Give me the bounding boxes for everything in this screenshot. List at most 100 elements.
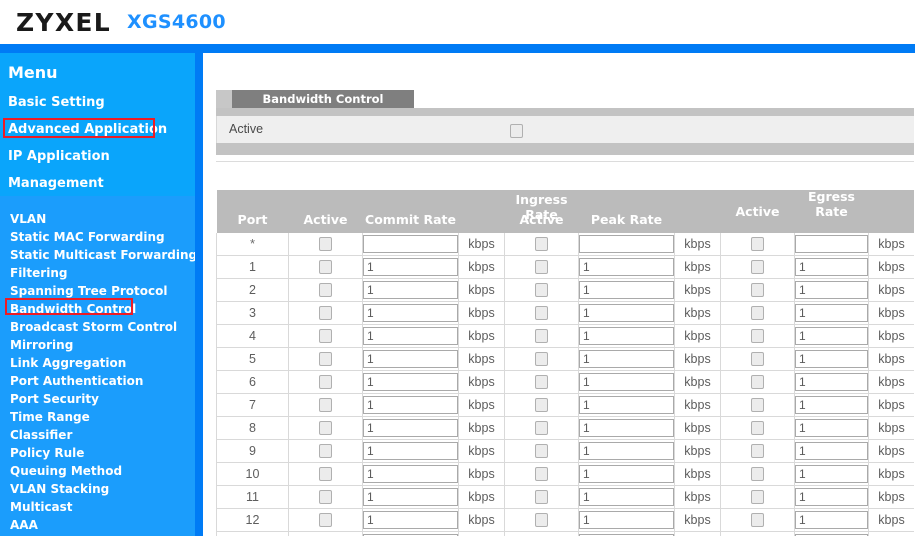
egress-rate-input-4[interactable] <box>795 327 868 345</box>
peak-rate-input-2[interactable] <box>579 281 674 299</box>
peak-rate-input-1[interactable] <box>579 258 674 276</box>
peak-rate-input-8[interactable] <box>579 419 674 437</box>
egress-active-checkbox-7[interactable] <box>751 398 764 412</box>
sidebar-item-broadcast-storm-control[interactable]: Broadcast Storm Control <box>10 321 177 334</box>
ingress-active-checkbox-8[interactable] <box>319 421 332 435</box>
commit-rate-input-8[interactable] <box>363 419 458 437</box>
egress-active-checkbox-10[interactable] <box>751 467 764 481</box>
egress-rate-input-*[interactable] <box>795 235 868 253</box>
egress-active-checkbox-12[interactable] <box>751 513 764 527</box>
peak-active-checkbox-5[interactable] <box>535 352 548 366</box>
peak-rate-input-3[interactable] <box>579 304 674 322</box>
commit-rate-input-12[interactable] <box>363 511 458 529</box>
ingress-active-checkbox-3[interactable] <box>319 306 332 320</box>
commit-rate-input-*[interactable] <box>363 235 458 253</box>
egress-rate-input-1[interactable] <box>795 258 868 276</box>
sidebar-item-multicast[interactable]: Multicast <box>10 501 73 514</box>
sidebar-item-port-authentication[interactable]: Port Authentication <box>10 375 143 388</box>
egress-active-checkbox-4[interactable] <box>751 329 764 343</box>
egress-rate-input-2[interactable] <box>795 281 868 299</box>
commit-rate-input-5[interactable] <box>363 350 458 368</box>
ingress-active-checkbox-1[interactable] <box>319 260 332 274</box>
peak-rate-input-9[interactable] <box>579 442 674 460</box>
peak-active-checkbox-9[interactable] <box>535 444 548 458</box>
peak-rate-input-4[interactable] <box>579 327 674 345</box>
ingress-active-checkbox-*[interactable] <box>319 237 332 251</box>
commit-rate-input-1[interactable] <box>363 258 458 276</box>
peak-rate-input-5[interactable] <box>579 350 674 368</box>
sidebar-item-link-aggregation[interactable]: Link Aggregation <box>10 357 126 370</box>
commit-rate-input-9[interactable] <box>363 442 458 460</box>
egress-rate-input-10[interactable] <box>795 465 868 483</box>
sidebar-item-time-range[interactable]: Time Range <box>10 411 90 424</box>
peak-active-checkbox-11[interactable] <box>535 490 548 504</box>
peak-active-checkbox-*[interactable] <box>535 237 548 251</box>
commit-rate-input-10[interactable] <box>363 465 458 483</box>
ingress-active-checkbox-5[interactable] <box>319 352 332 366</box>
sidebar-item-filtering[interactable]: Filtering <box>10 267 67 280</box>
peak-rate-input-11[interactable] <box>579 488 674 506</box>
sidebar-item-advanced-application[interactable]: Advanced Application <box>8 122 167 137</box>
sidebar-item-classifier[interactable]: Classifier <box>10 429 72 442</box>
sidebar-item-port-security[interactable]: Port Security <box>10 393 99 406</box>
egress-rate-input-8[interactable] <box>795 419 868 437</box>
sidebar-item-mirroring[interactable]: Mirroring <box>10 339 73 352</box>
sidebar-item-aaa[interactable]: AAA <box>10 519 38 532</box>
sidebar-item-management[interactable]: Management <box>8 176 104 191</box>
peak-active-checkbox-4[interactable] <box>535 329 548 343</box>
sidebar-item-bandwidth-control[interactable]: Bandwidth Control <box>10 303 136 316</box>
egress-active-checkbox-*[interactable] <box>751 237 764 251</box>
peak-active-checkbox-8[interactable] <box>535 421 548 435</box>
peak-active-checkbox-3[interactable] <box>535 306 548 320</box>
ingress-active-checkbox-11[interactable] <box>319 490 332 504</box>
egress-rate-input-9[interactable] <box>795 442 868 460</box>
egress-active-checkbox-5[interactable] <box>751 352 764 366</box>
egress-rate-input-3[interactable] <box>795 304 868 322</box>
egress-rate-input-12[interactable] <box>795 511 868 529</box>
commit-rate-input-11[interactable] <box>363 488 458 506</box>
egress-active-checkbox-1[interactable] <box>751 260 764 274</box>
ingress-active-checkbox-2[interactable] <box>319 283 332 297</box>
peak-active-checkbox-10[interactable] <box>535 467 548 481</box>
egress-active-checkbox-11[interactable] <box>751 490 764 504</box>
commit-rate-input-6[interactable] <box>363 373 458 391</box>
ingress-active-checkbox-12[interactable] <box>319 513 332 527</box>
commit-rate-input-4[interactable] <box>363 327 458 345</box>
sidebar-item-spanning-tree-protocol[interactable]: Spanning Tree Protocol <box>10 285 168 298</box>
sidebar-item-queuing-method[interactable]: Queuing Method <box>10 465 122 478</box>
commit-rate-input-3[interactable] <box>363 304 458 322</box>
egress-active-checkbox-2[interactable] <box>751 283 764 297</box>
tab-bandwidth-control[interactable]: Bandwidth Control <box>232 90 414 108</box>
peak-rate-input-10[interactable] <box>579 465 674 483</box>
peak-active-checkbox-7[interactable] <box>535 398 548 412</box>
sidebar-item-vlan-stacking[interactable]: VLAN Stacking <box>10 483 109 496</box>
ingress-active-checkbox-6[interactable] <box>319 375 332 389</box>
peak-rate-input-7[interactable] <box>579 396 674 414</box>
sidebar-item-ip-application[interactable]: IP Application <box>8 149 110 164</box>
ingress-active-checkbox-9[interactable] <box>319 444 332 458</box>
commit-rate-input-2[interactable] <box>363 281 458 299</box>
peak-active-checkbox-12[interactable] <box>535 513 548 527</box>
sidebar-item-vlan[interactable]: VLAN <box>10 213 46 226</box>
peak-active-checkbox-1[interactable] <box>535 260 548 274</box>
egress-active-checkbox-6[interactable] <box>751 375 764 389</box>
egress-active-checkbox-8[interactable] <box>751 421 764 435</box>
sidebar-item-basic-setting[interactable]: Basic Setting <box>8 95 105 110</box>
ingress-active-checkbox-4[interactable] <box>319 329 332 343</box>
egress-rate-input-6[interactable] <box>795 373 868 391</box>
commit-rate-input-7[interactable] <box>363 396 458 414</box>
peak-rate-input-*[interactable] <box>579 235 674 253</box>
ingress-active-checkbox-10[interactable] <box>319 467 332 481</box>
egress-rate-input-11[interactable] <box>795 488 868 506</box>
sidebar-item-static-mac-forwarding[interactable]: Static MAC Forwarding <box>10 231 165 244</box>
egress-active-checkbox-3[interactable] <box>751 306 764 320</box>
egress-rate-input-7[interactable] <box>795 396 868 414</box>
egress-active-checkbox-9[interactable] <box>751 444 764 458</box>
ingress-active-checkbox-7[interactable] <box>319 398 332 412</box>
peak-rate-input-6[interactable] <box>579 373 674 391</box>
sidebar-item-policy-rule[interactable]: Policy Rule <box>10 447 84 460</box>
peak-active-checkbox-2[interactable] <box>535 283 548 297</box>
peak-rate-input-12[interactable] <box>579 511 674 529</box>
global-active-checkbox[interactable] <box>510 124 523 138</box>
egress-rate-input-5[interactable] <box>795 350 868 368</box>
